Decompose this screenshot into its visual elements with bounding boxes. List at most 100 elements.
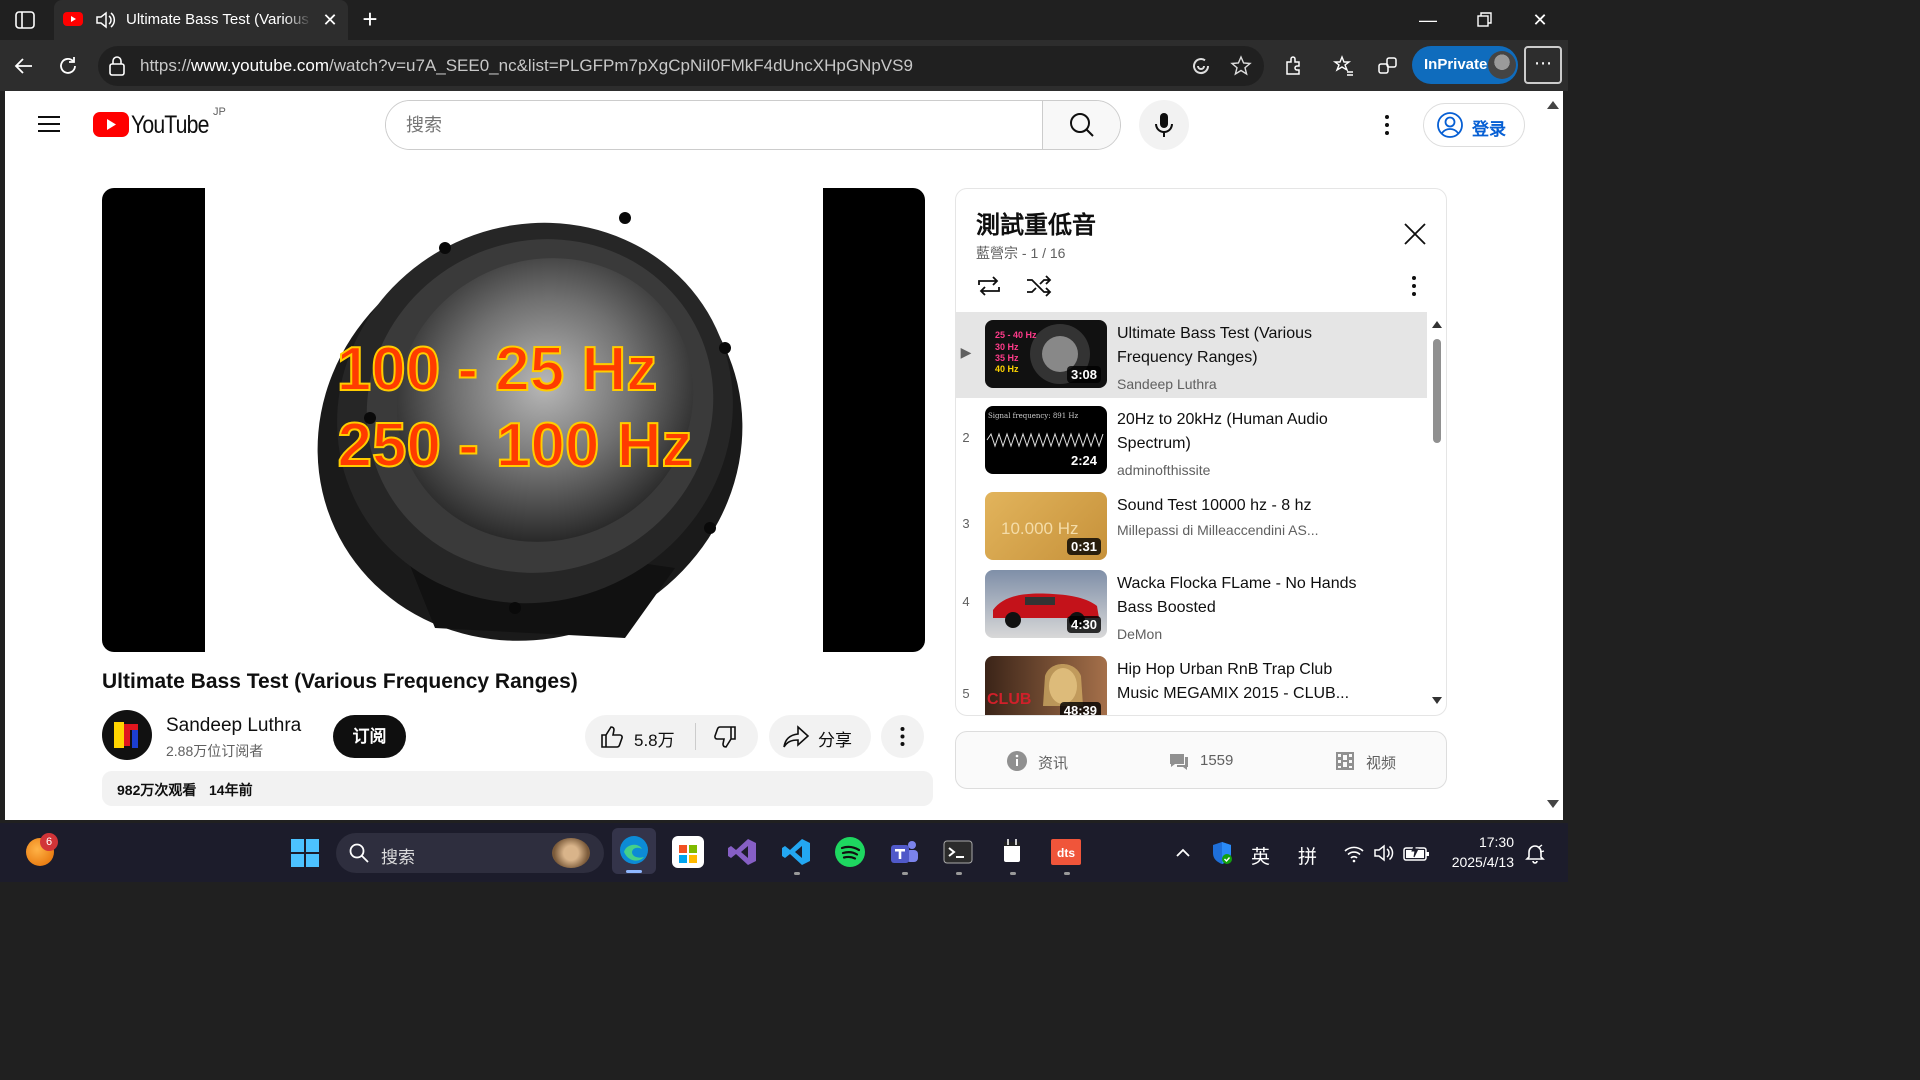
visual-studio-icon[interactable] <box>726 836 758 868</box>
settings-more-button[interactable]: ⋯ <box>1524 46 1562 84</box>
vscode-icon[interactable] <box>780 836 812 868</box>
browser-tab-active[interactable]: Ultimate Bass Test (Various Fr ✕ <box>54 0 348 40</box>
close-window-icon[interactable]: ✕ <box>1528 8 1552 32</box>
search-input[interactable] <box>386 101 1042 149</box>
video-label: 视频 <box>1366 755 1397 772</box>
playlist-thumbnail: 10.000 Hz 0:31 <box>985 492 1107 560</box>
volume-icon[interactable] <box>1372 842 1396 864</box>
battery-icon[interactable] <box>1403 844 1431 862</box>
loop-icon[interactable] <box>974 271 1004 301</box>
more-options-icon[interactable] <box>1377 113 1397 137</box>
extensions-icon[interactable] <box>1282 54 1306 78</box>
minimize-icon[interactable]: — <box>1416 8 1440 32</box>
wifi-icon[interactable] <box>1343 842 1365 864</box>
taskbar-edge-active[interactable] <box>612 828 656 874</box>
playlist-item-index: 2 <box>962 430 970 445</box>
playlist-item-title: Hip Hop Urban RnB Trap Club Music MEGAMI… <box>1117 661 1350 702</box>
dislike-button[interactable] <box>696 715 758 758</box>
svg-text:Signal frequency: 891 Hz: Signal frequency: 891 Hz <box>988 412 1079 420</box>
video-player[interactable]: 100 - 25 Hz 250 - 100 Hz <box>102 188 925 652</box>
tab-actions-icon[interactable] <box>14 9 36 31</box>
playlist-scrollbar-thumb[interactable] <box>1433 339 1441 443</box>
playlist-item[interactable]: 5 CLUB 48:39 Hip Hop Urban RnB Trap Club… <box>955 648 1427 715</box>
close-playlist-icon[interactable] <box>1400 219 1430 249</box>
page-scroll-down-icon[interactable] <box>1547 800 1559 808</box>
running-indicator <box>1010 872 1016 875</box>
playlist-item[interactable]: 2 Signal frequency: 891 Hz 2:24 20Hz to … <box>955 398 1427 484</box>
subscribe-button[interactable]: 订阅 <box>333 715 406 758</box>
favorites-icon[interactable] <box>1332 54 1356 78</box>
microphone-icon <box>1155 113 1173 137</box>
video-duration: 2:24 <box>1066 452 1101 469</box>
signin-button[interactable]: 登录 <box>1423 103 1525 147</box>
read-aloud-icon[interactable] <box>1190 55 1212 77</box>
playlist-item-title: 20Hz to 20kHz (Human Audio Spectrum) <box>1117 411 1328 452</box>
view-count: 982万次观看 <box>117 782 197 798</box>
ime-mode[interactable]: 拼 <box>1298 842 1317 869</box>
collections-icon[interactable] <box>1376 54 1400 78</box>
running-indicator <box>956 872 962 875</box>
now-playing-icon: ▶ <box>960 344 972 360</box>
clock-time[interactable]: 17:30 <box>1450 834 1514 850</box>
browser-tab-bar: Ultimate Bass Test (Various Fr ✕ + — ✕ <box>0 0 1568 40</box>
search-button[interactable] <box>1042 101 1120 149</box>
notepad-icon[interactable] <box>996 836 1028 868</box>
speaker-icon[interactable] <box>94 9 116 31</box>
svg-text:25 - 40 Hz: 25 - 40 Hz <box>995 330 1037 340</box>
video-more-button[interactable] <box>881 715 924 758</box>
shuffle-icon[interactable] <box>1024 271 1054 301</box>
show-hidden-icons[interactable] <box>1172 842 1194 864</box>
new-tab-button[interactable]: + <box>358 6 382 32</box>
ime-language[interactable]: 英 <box>1251 842 1270 869</box>
playlist-item-channel: Millepassi di Milleaccendini AS... <box>1117 522 1319 538</box>
notification-bell-icon[interactable] <box>1524 842 1546 864</box>
menu-icon[interactable] <box>37 114 61 134</box>
more-vertical-icon <box>900 727 905 746</box>
video-duration: 0:31 <box>1066 538 1101 555</box>
restore-icon[interactable] <box>1472 8 1496 32</box>
search-box[interactable] <box>385 100 1121 150</box>
teams-icon[interactable] <box>888 836 920 868</box>
terminal-icon[interactable] <box>942 836 974 868</box>
inprivate-badge[interactable]: InPrivate <box>1412 46 1518 84</box>
playlist-title[interactable]: 測試重低音 <box>976 205 1096 240</box>
microsoft-store-icon[interactable] <box>672 836 704 868</box>
taskbar-search-icon <box>349 843 369 863</box>
description-box[interactable]: 982万次观看 14年前 <box>102 771 933 806</box>
taskbar-search-placeholder: 搜索 <box>381 848 415 867</box>
address-bar[interactable]: https://www.youtube.com/watch?v=u7A_SEE0… <box>98 46 1264 86</box>
voice-search-button[interactable] <box>1139 100 1189 150</box>
thumbs-up-icon <box>601 726 623 748</box>
channel-name[interactable]: Sandeep Luthra <box>166 715 301 737</box>
account-icon <box>1437 112 1463 138</box>
page-scroll-up-icon[interactable] <box>1547 101 1559 109</box>
playlist-item-index: 4 <box>962 594 970 609</box>
playlist-item-index: 5 <box>962 686 970 701</box>
playlist-scroll-down-icon[interactable] <box>1432 697 1442 704</box>
playlist-item-current[interactable]: ▶ 25 - 40 Hz 30 Hz 35 Hz 40 Hz 3:08 Ultimat… <box>955 312 1427 398</box>
like-button[interactable]: 5.8万 <box>585 715 695 758</box>
close-tab-icon[interactable]: ✕ <box>320 10 340 30</box>
clock-date[interactable]: 2025/4/13 <box>1440 854 1514 870</box>
playlist-item-title: Sound Test 10000 hz - 8 hz <box>1117 497 1312 514</box>
channel-avatar[interactable] <box>102 710 152 760</box>
security-shield-icon[interactable] <box>1210 840 1234 866</box>
video-duration: 4:30 <box>1066 616 1101 633</box>
windows-logo-icon <box>291 839 319 867</box>
playlist-more-icon[interactable] <box>1404 273 1424 299</box>
playlist-item[interactable]: 3 10.000 Hz 0:31 Sound Test 10000 hz - 8… <box>955 484 1427 570</box>
comments-count: 1559 <box>1200 752 1234 769</box>
taskbar-search[interactable]: 搜索 <box>336 833 604 873</box>
spotify-icon[interactable] <box>834 836 866 868</box>
start-button[interactable] <box>290 838 320 868</box>
share-button[interactable]: 分享 <box>769 715 871 758</box>
dts-audio-icon[interactable]: dts <box>1050 836 1082 868</box>
refresh-icon[interactable] <box>56 54 80 78</box>
back-icon[interactable] <box>12 54 36 78</box>
add-favorite-icon[interactable] <box>1230 55 1252 77</box>
playlist-item[interactable]: 4 4:30 Wacka Flocka FLame - No Hands Bas… <box>955 562 1427 648</box>
playlist-thumbnail: CLUB 48:39 <box>985 656 1107 715</box>
youtube-logo[interactable]: YouTube JP <box>93 106 226 141</box>
playlist-scroll-up-icon[interactable] <box>1432 321 1442 328</box>
lock-icon <box>108 56 126 76</box>
